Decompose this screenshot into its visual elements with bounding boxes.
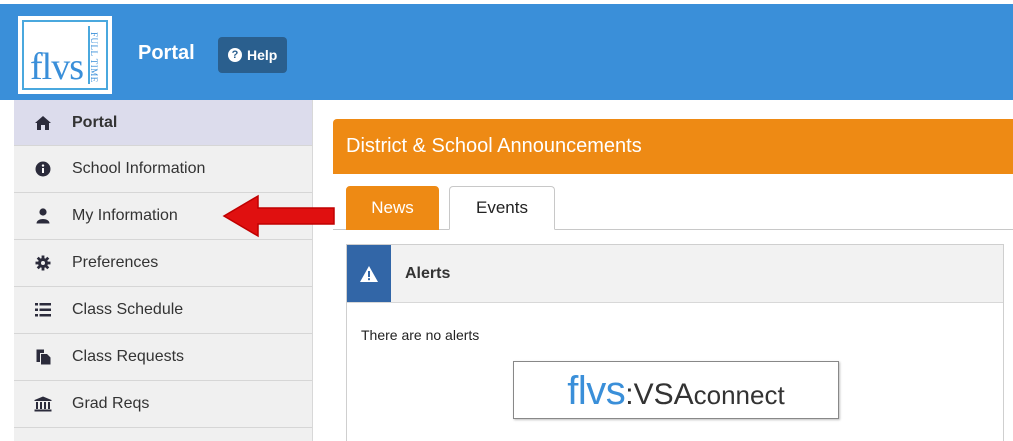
alerts-panel: Alerts There are no alerts flvs : VSA co… <box>346 244 1004 441</box>
warning-icon <box>347 245 391 302</box>
sidebar-item-label: Preferences <box>72 254 159 271</box>
list-icon <box>14 303 72 317</box>
info-icon <box>14 161 72 177</box>
sidebar-item-class-schedule[interactable]: Class Schedule <box>14 287 312 334</box>
help-button[interactable]: ? Help <box>218 37 288 73</box>
sidebar-item-label: Class Requests <box>72 348 185 365</box>
sidebar-item-grad-reqs[interactable]: Grad Reqs <box>14 381 312 428</box>
vsa-connect-banner[interactable]: flvs : VSA connect <box>513 361 839 419</box>
sidebar-item-portal[interactable]: Portal <box>14 100 312 146</box>
banner-colon-text: : <box>625 378 634 411</box>
no-alerts-text: There are no alerts <box>361 327 480 343</box>
logo-text: flvs <box>30 46 84 88</box>
sidebar-item-label: School Information <box>72 160 206 177</box>
help-label: Help <box>247 47 278 63</box>
flvs-logo[interactable]: flvs FULL TIME <box>16 14 114 96</box>
sidebar-item-school-information[interactable]: School Information <box>14 146 312 193</box>
sidebar-item-label: Portal <box>72 113 118 131</box>
sidebar-item-label: Grad Reqs <box>72 395 150 412</box>
question-circle-icon: ? <box>228 48 242 62</box>
banner-flvs-text: flvs <box>567 369 626 413</box>
top-header: flvs FULL TIME Portal ? Help <box>0 4 1013 100</box>
gear-icon <box>14 255 72 271</box>
user-icon <box>14 208 72 224</box>
logo-side-band: FULL TIME <box>88 26 102 84</box>
banner-vsa-text: VSA <box>633 378 694 411</box>
announcements-title: District & School Announcements <box>346 135 642 157</box>
sidebar: Portal School Information My Information… <box>14 100 313 441</box>
tab-events[interactable]: Events <box>449 186 555 230</box>
tab-news[interactable]: News <box>346 186 439 230</box>
home-icon <box>14 115 72 131</box>
tab-news-label: News <box>371 198 414 217</box>
sidebar-item-class-requests[interactable]: Class Requests <box>14 334 312 381</box>
copy-icon <box>14 349 72 365</box>
sidebar-item-label: Class Schedule <box>72 301 184 318</box>
banner-connect-text: connect <box>693 380 785 410</box>
portal-title: Portal <box>138 42 195 64</box>
red-arrow-annotation <box>222 194 335 238</box>
announcements-header: District & School Announcements <box>333 119 1013 174</box>
alerts-title: Alerts <box>405 264 451 282</box>
tab-events-label: Events <box>476 198 528 217</box>
sidebar-item-preferences[interactable]: Preferences <box>14 240 312 287</box>
logo-frame: flvs FULL TIME <box>22 20 108 90</box>
alerts-header: Alerts <box>347 245 1003 303</box>
bank-icon <box>14 396 72 412</box>
logo-subtitle: FULL TIME <box>89 32 99 83</box>
